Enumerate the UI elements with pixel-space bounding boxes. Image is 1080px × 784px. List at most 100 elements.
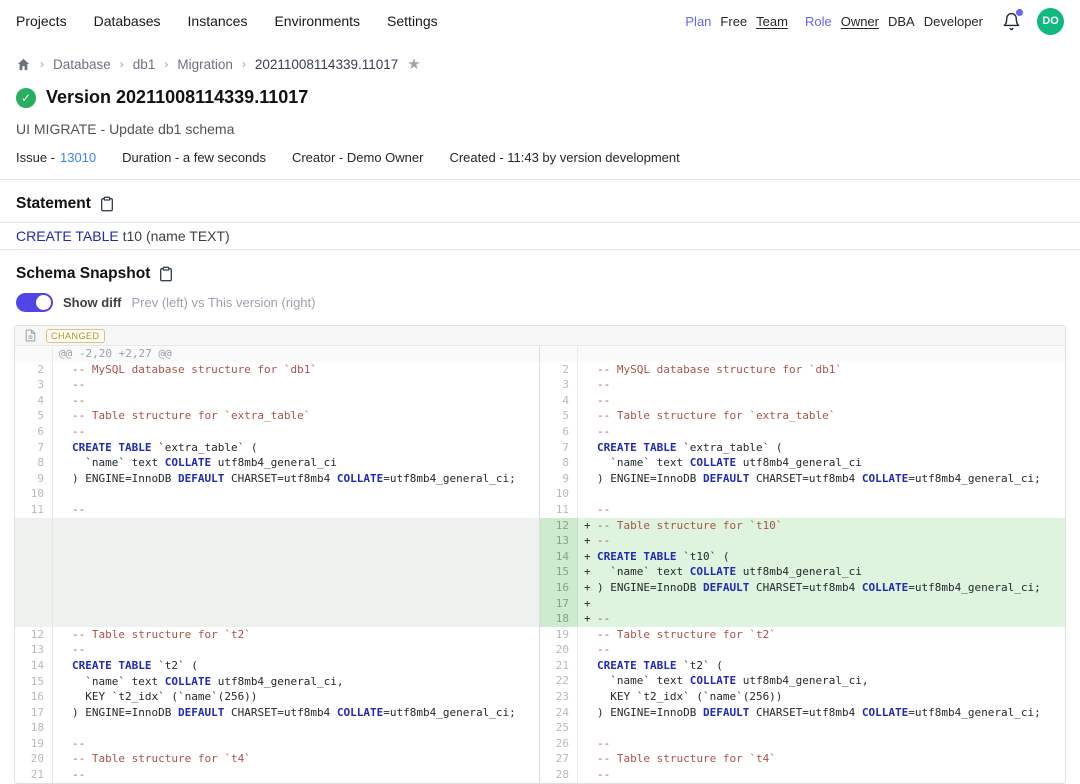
diff-line: 8 `name` text COLLATE utf8mb4_general_ci	[15, 455, 539, 471]
sql-keyword: CREATE TABLE	[16, 228, 119, 244]
issue-link[interactable]: 13010	[60, 150, 96, 165]
diff-line: 10	[540, 486, 1065, 502]
success-check-icon: ✓	[16, 88, 36, 108]
breadcrumb-database[interactable]: Database	[53, 57, 111, 72]
avatar[interactable]: DO	[1037, 8, 1064, 35]
file-icon	[24, 329, 37, 342]
diff-line: 3--	[540, 377, 1065, 393]
show-diff-toggle[interactable]	[16, 293, 53, 312]
diff-line: 5-- Table structure for `extra_table`	[15, 408, 539, 424]
diff-line: 4--	[540, 393, 1065, 409]
snapshot-section-header: Schema Snapshot	[0, 265, 1080, 283]
breadcrumb-separator: ›	[40, 57, 44, 71]
diff-pane-right[interactable]: 2-- MySQL database structure for `db1`3-…	[540, 346, 1065, 783]
statement-heading: Statement	[16, 195, 91, 213]
diff-line: 19--	[15, 736, 539, 752]
diff-toggle-row: Show diff Prev (left) vs This version (r…	[0, 293, 1080, 312]
diff-line: 18+--	[540, 611, 1065, 627]
nav-item-environments[interactable]: Environments	[274, 13, 360, 29]
breadcrumb: › Database › db1 › Migration › 202110081…	[0, 54, 1080, 74]
home-icon[interactable]	[16, 57, 31, 72]
diff-line: 6--	[15, 424, 539, 440]
creator-meta: Creator - Demo Owner	[292, 150, 423, 165]
star-icon[interactable]: ★	[407, 57, 420, 72]
toggle-knob	[36, 295, 51, 310]
diff-body[interactable]: @@ -2,20 +2,27 @@2-- MySQL database stru…	[15, 346, 1065, 783]
notification-bell-icon[interactable]	[1000, 10, 1022, 32]
diff-line: 14CREATE TABLE `t2` (	[15, 658, 539, 674]
diff-line: 12-- Table structure for `t2`	[15, 627, 539, 643]
breadcrumb-separator: ›	[120, 57, 124, 71]
plan-free-option[interactable]: Free	[720, 14, 747, 29]
nav-right: Plan Free Team Role Owner DBA Developer …	[685, 8, 1064, 35]
plan-label[interactable]: Plan	[685, 14, 711, 29]
diff-line: 21--	[15, 767, 539, 783]
diff-line: 3--	[15, 377, 539, 393]
role-owner-option[interactable]: Owner	[841, 14, 879, 29]
diff-line: 13--	[15, 642, 539, 658]
plan-team-option[interactable]: Team	[756, 14, 788, 29]
diff-line	[540, 346, 1065, 362]
created-meta: Created - 11:43 by version development	[449, 150, 679, 165]
sql-rest: t10 (name TEXT)	[119, 228, 230, 244]
duration-meta: Duration - a few seconds	[122, 150, 266, 165]
diff-line: 7CREATE TABLE `extra_table` (	[540, 440, 1065, 456]
diff-line: 8 `name` text COLLATE utf8mb4_general_ci	[540, 455, 1065, 471]
main-menu: Projects Databases Instances Environment…	[16, 13, 438, 29]
diff-line: 5-- Table structure for `extra_table`	[540, 408, 1065, 424]
diff-line: 11--	[540, 502, 1065, 518]
diff-line: 25	[540, 720, 1065, 736]
copy-snapshot-icon[interactable]	[158, 266, 174, 282]
nav-item-settings[interactable]: Settings	[387, 13, 438, 29]
section-divider	[0, 179, 1080, 180]
diff-line: 27-- Table structure for `t4`	[540, 751, 1065, 767]
diff-line: @@ -2,20 +2,27 @@	[15, 346, 539, 362]
diff-line: 18	[15, 720, 539, 736]
breadcrumb-separator: ›	[242, 57, 246, 71]
breadcrumb-migration[interactable]: Migration	[177, 57, 233, 72]
diff-line: 2-- MySQL database structure for `db1`	[15, 362, 539, 378]
nav-item-projects[interactable]: Projects	[16, 13, 67, 29]
version-meta-row: Issue - 13010 Duration - a few seconds C…	[0, 150, 1080, 165]
diff-line: 24) ENGINE=InnoDB DEFAULT CHARSET=utf8mb…	[540, 705, 1065, 721]
diff-line: 10	[15, 486, 539, 502]
diff-line: 15+ `name` text COLLATE utf8mb4_general_…	[540, 564, 1065, 580]
copy-statement-icon[interactable]	[99, 196, 115, 212]
diff-line: 17) ENGINE=InnoDB DEFAULT CHARSET=utf8mb…	[15, 705, 539, 721]
status-badge: CHANGED	[46, 329, 105, 343]
diff-line: 15 `name` text COLLATE utf8mb4_general_c…	[15, 674, 539, 690]
diff-viewer: CHANGED @@ -2,20 +2,27 @@2-- MySQL datab…	[14, 325, 1066, 784]
diff-line: 9) ENGINE=InnoDB DEFAULT CHARSET=utf8mb4…	[15, 471, 539, 487]
top-nav: Projects Databases Instances Environment…	[0, 0, 1080, 42]
diff-line: 9) ENGINE=InnoDB DEFAULT CHARSET=utf8mb4…	[540, 471, 1065, 487]
version-description: UI MIGRATE - Update db1 schema	[0, 121, 1080, 137]
role-label[interactable]: Role	[805, 14, 832, 29]
breadcrumb-db1[interactable]: db1	[133, 57, 156, 72]
diff-line: 4--	[15, 393, 539, 409]
issue-label: Issue -	[16, 150, 55, 165]
diff-line: 7CREATE TABLE `extra_table` (	[15, 440, 539, 456]
diff-line: 16+) ENGINE=InnoDB DEFAULT CHARSET=utf8m…	[540, 580, 1065, 596]
breadcrumb-separator: ›	[164, 57, 168, 71]
diff-line: 13+--	[540, 533, 1065, 549]
diff-spacer	[15, 518, 539, 627]
diff-pane-left[interactable]: @@ -2,20 +2,27 @@2-- MySQL database stru…	[15, 346, 540, 783]
diff-hint: Prev (left) vs This version (right)	[132, 295, 316, 310]
role-dba-option[interactable]: DBA	[888, 14, 915, 29]
breadcrumb-version[interactable]: 20211008114339.11017	[255, 57, 398, 72]
nav-item-databases[interactable]: Databases	[94, 13, 161, 29]
notification-dot	[1016, 9, 1023, 16]
diff-line: 14+CREATE TABLE `t10` (	[540, 549, 1065, 565]
diff-line: 26--	[540, 736, 1065, 752]
statement-section-header: Statement	[0, 195, 1080, 213]
role-developer-option[interactable]: Developer	[924, 14, 983, 29]
diff-line: 11--	[15, 502, 539, 518]
snapshot-heading: Schema Snapshot	[16, 265, 150, 283]
diff-line: 20-- Table structure for `t4`	[15, 751, 539, 767]
nav-item-instances[interactable]: Instances	[188, 13, 248, 29]
diff-line: 12+-- Table structure for `t10`	[540, 518, 1065, 534]
diff-line: 2-- MySQL database structure for `db1`	[540, 362, 1065, 378]
version-header: ✓ Version 20211008114339.11017	[0, 87, 1080, 108]
diff-line: 22 `name` text COLLATE utf8mb4_general_c…	[540, 673, 1065, 689]
diff-line: 19-- Table structure for `t2`	[540, 627, 1065, 643]
